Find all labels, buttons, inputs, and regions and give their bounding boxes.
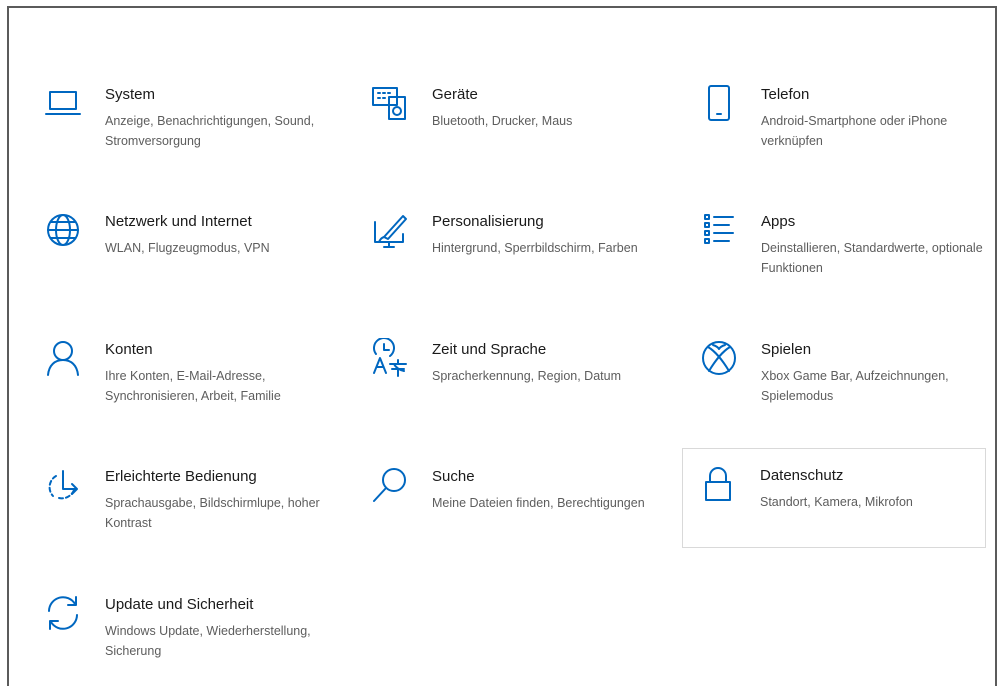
tile-description: Meine Dateien finden, Berechtigungen: [432, 496, 645, 510]
tile-title: Suche: [432, 468, 475, 485]
globe-icon: [41, 208, 85, 252]
tile-description: Spracherkennung, Region, Datum: [432, 369, 622, 383]
tile-description: Hintergrund, Sperrbildschirm, Farben: [432, 241, 638, 255]
xbox-icon: [697, 336, 741, 380]
tile-title: Spielen: [761, 341, 812, 358]
tile-geraete[interactable]: Geräte Bluetooth, Drucker, Maus: [367, 80, 669, 178]
tile-description: Deinstallieren, Standardwerte, optionale…: [761, 241, 983, 275]
tile-description: WLAN, Flugzeugmodus, VPN: [105, 241, 270, 255]
tile-telefon[interactable]: Telefon Android-Smartphone oder iPhone v…: [696, 80, 998, 178]
tile-update-sicherheit[interactable]: Update und Sicherheit Windows Update, Wi…: [40, 590, 342, 688]
tile-title: Apps: [761, 213, 796, 230]
tile-description: Windows Update, Wiederherstellung, Siche…: [105, 624, 311, 658]
tile-description: Standort, Kamera, Mikrofon: [760, 495, 913, 509]
laptop-icon: [41, 81, 85, 125]
tile-title: Update und Sicherheit: [105, 596, 254, 613]
time-language-icon: [368, 336, 412, 380]
tile-title: Geräte: [432, 86, 478, 103]
ease-of-access-icon: [41, 463, 85, 507]
person-icon: [41, 336, 85, 380]
tile-description: Android-Smartphone oder iPhone verknüpfe…: [761, 114, 948, 148]
tile-title: Telefon: [761, 86, 810, 103]
tile-description: Xbox Game Bar, Aufzeichnungen, Spielemod…: [761, 369, 949, 403]
tile-description: Ihre Konten, E-Mail-Adresse, Synchronisi…: [105, 369, 281, 403]
lock-icon: [696, 462, 740, 506]
tile-title: Personalisierung: [432, 213, 544, 230]
phone-icon: [697, 81, 741, 125]
tile-description: Sprachausgabe, Bildschirmlupe, hoher Kon…: [105, 496, 320, 530]
keyboard-speaker-icon: [368, 81, 412, 125]
tile-title: Erleichterte Bedienung: [105, 468, 257, 485]
tile-datenschutz[interactable]: Datenschutz Standort, Kamera, Mikrofon: [682, 448, 986, 548]
tile-title: Konten: [105, 341, 153, 358]
apps-list-icon: [697, 208, 741, 252]
tile-title: Zeit und Sprache: [432, 341, 547, 358]
tile-personalisierung[interactable]: Personalisierung Hintergrund, Sperrbilds…: [367, 207, 669, 305]
tile-title: Datenschutz: [760, 467, 844, 484]
sync-icon: [41, 591, 85, 635]
tile-apps[interactable]: Apps Deinstallieren, Standardwerte, opti…: [696, 207, 998, 305]
tile-suche[interactable]: Suche Meine Dateien finden, Berechtigung…: [367, 462, 669, 560]
tile-description: Anzeige, Benachrichtigungen, Sound, Stro…: [105, 114, 315, 148]
tile-netzwerk[interactable]: Netzwerk und Internet WLAN, Flugzeugmodu…: [40, 207, 342, 305]
tile-title: System: [105, 86, 156, 103]
tile-zeit-sprache[interactable]: Zeit und Sprache Spracherkennung, Region…: [367, 335, 669, 433]
brush-screen-icon: [368, 208, 412, 252]
tile-spielen[interactable]: Spielen Xbox Game Bar, Aufzeichnungen, S…: [696, 335, 998, 433]
tile-erleichterte-bedienung[interactable]: Erleichterte Bedienung Sprachausgabe, Bi…: [40, 462, 342, 560]
tile-konten[interactable]: Konten Ihre Konten, E-Mail-Adresse, Sync…: [40, 335, 342, 433]
tile-description: Bluetooth, Drucker, Maus: [432, 114, 573, 128]
search-icon: [368, 463, 412, 507]
tile-title: Netzwerk und Internet: [105, 213, 252, 230]
tile-system[interactable]: System Anzeige, Benachrichtigungen, Soun…: [40, 80, 342, 178]
